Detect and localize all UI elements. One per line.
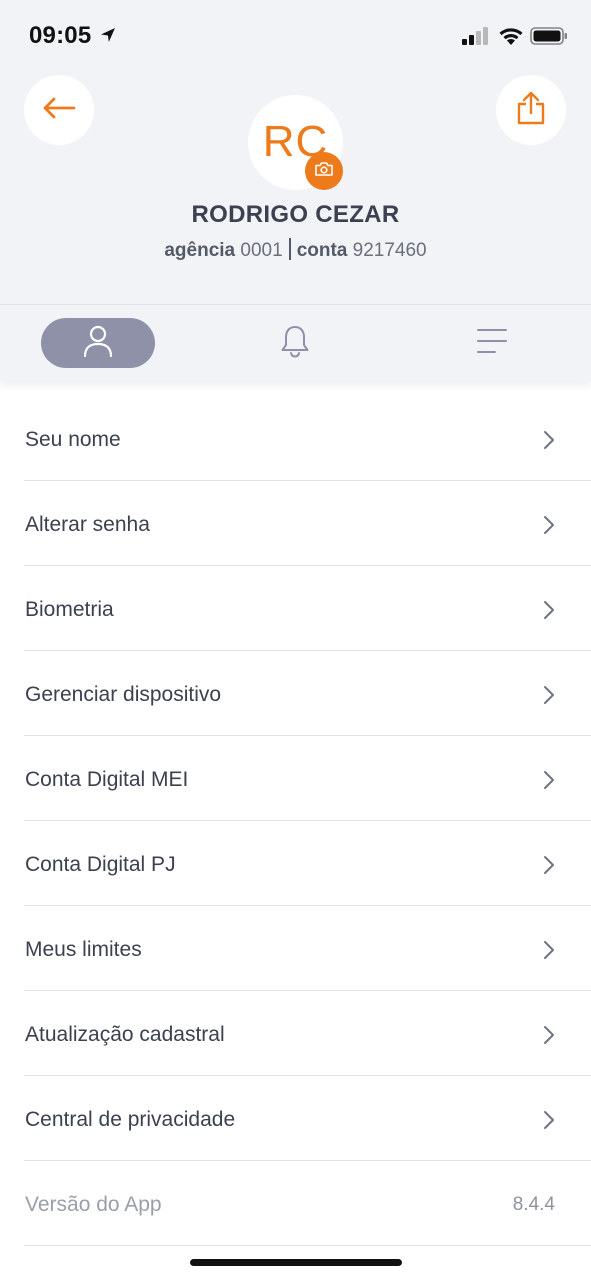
menu-item-label: Seu nome [25, 428, 121, 451]
menu-item-label: Central de privacidade [25, 1108, 236, 1131]
chevron-right-icon [543, 940, 555, 965]
chevron-right-icon [543, 1025, 555, 1050]
menu-item-label: Meus limites [25, 938, 142, 961]
change-photo-button[interactable] [305, 152, 343, 190]
account-number: 9217460 [352, 240, 427, 261]
menu-item-biometria[interactable]: Biometria [24, 566, 591, 651]
user-icon [83, 325, 113, 362]
menu-item-label: Alterar senha [25, 513, 150, 536]
menu-item-central-de-privacidade[interactable]: Central de privacidade [24, 1076, 591, 1161]
menu-item-atualizacao-cadastral[interactable]: Atualização cadastral [24, 991, 591, 1076]
wifi-icon [498, 26, 524, 51]
back-button[interactable] [24, 75, 94, 145]
menu-item-label: Biometria [25, 598, 114, 621]
app-version-row: Versão do App 8.4.4 [24, 1161, 591, 1246]
cellular-signal-icon [462, 27, 490, 50]
menu-item-conta-digital-pj[interactable]: Conta Digital PJ [24, 821, 591, 906]
app-version-value: 8.4.4 [512, 1194, 555, 1215]
chevron-right-icon [543, 855, 555, 880]
account-divider [288, 238, 291, 260]
user-name: RODRIGO CEZAR [191, 201, 400, 228]
agency-label: agência [164, 240, 236, 261]
menu-item-label: Gerenciar dispositivo [25, 683, 222, 706]
profile-tabbar [0, 305, 591, 381]
tab-menu[interactable] [462, 318, 522, 368]
chevron-right-icon [543, 430, 555, 455]
menu-item-label: Atualização cadastral [25, 1023, 225, 1046]
status-time: 09:05 [29, 22, 92, 49]
tab-profile[interactable] [41, 318, 155, 368]
menu-item-meus-limites[interactable]: Meus limites [24, 906, 591, 991]
menu-item-seu-nome[interactable]: Seu nome [24, 396, 591, 481]
camera-icon [315, 161, 333, 181]
chevron-right-icon [543, 600, 555, 625]
settings-menu: Seu nome Alterar senha Biometria Gerenci… [0, 396, 591, 1246]
chevron-right-icon [543, 685, 555, 710]
menu-item-conta-digital-mei[interactable]: Conta Digital MEI [24, 736, 591, 821]
share-icon [515, 90, 547, 131]
menu-item-label: Conta Digital PJ [25, 853, 176, 876]
home-indicator[interactable] [190, 1259, 402, 1266]
battery-icon [530, 27, 568, 50]
profile-header: 09:05 RC RODRIGO CEZAR agência 0001 cont… [0, 0, 591, 305]
agency-number: 0001 [240, 240, 283, 261]
menu-item-alterar-senha[interactable]: Alterar senha [24, 481, 591, 566]
arrow-left-icon [42, 97, 76, 124]
chevron-right-icon [543, 770, 555, 795]
chevron-right-icon [543, 515, 555, 540]
hamburger-menu-icon [477, 328, 507, 359]
share-button[interactable] [496, 75, 566, 145]
chevron-right-icon [543, 1110, 555, 1135]
tab-notifications[interactable] [265, 318, 325, 368]
menu-item-label: Conta Digital MEI [25, 768, 189, 791]
account-label: conta [296, 240, 348, 261]
location-arrow-icon [100, 27, 116, 48]
account-info: agência 0001 conta 9217460 [0, 238, 591, 262]
bell-icon [280, 324, 310, 363]
menu-item-gerenciar-dispositivo[interactable]: Gerenciar dispositivo [24, 651, 591, 736]
app-version-label: Versão do App [25, 1193, 162, 1216]
